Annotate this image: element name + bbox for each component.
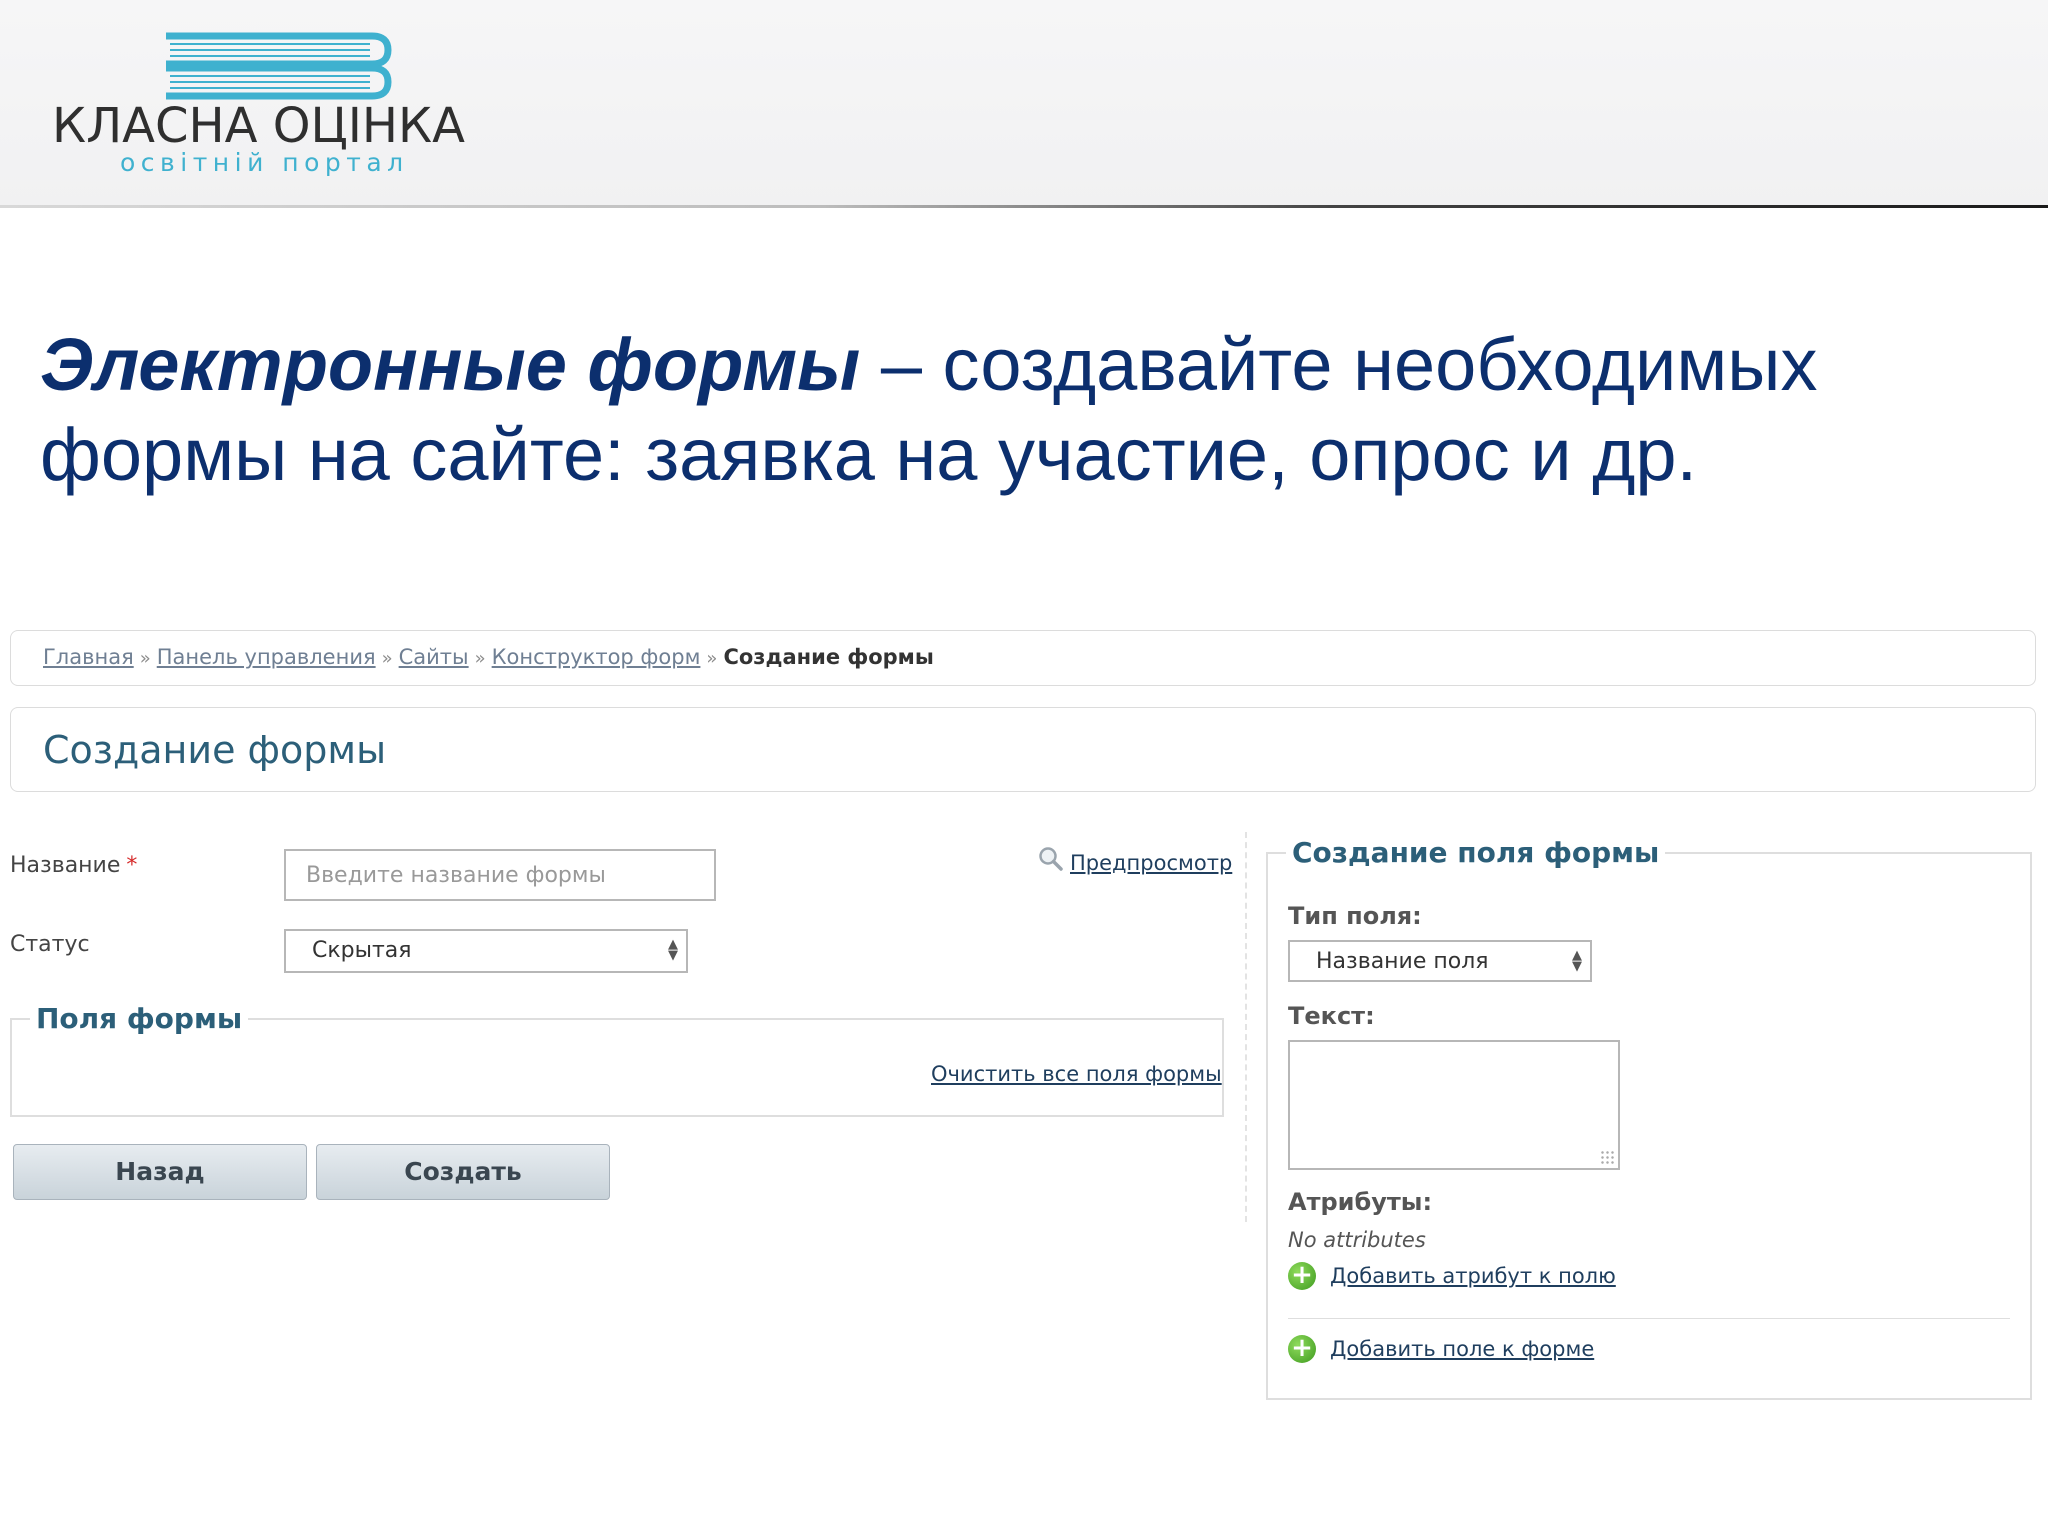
field-type-value: Название поля (1316, 949, 1489, 974)
add-field-link[interactable]: Добавить поле к форме (1330, 1337, 1594, 1361)
field-type-select[interactable]: Название поля ▲ ▼ (1288, 940, 1592, 982)
no-attributes-text: No attributes (1288, 1228, 1426, 1252)
breadcrumb-separator: » (474, 648, 486, 669)
preview-link-row[interactable]: Предпросмотр (1038, 846, 1232, 875)
logo-title: КЛАСНА ОЦІНКА (52, 98, 465, 154)
status-label: Статус (10, 932, 90, 957)
add-field-row[interactable]: + Добавить поле к форме (1288, 1335, 1594, 1363)
header-band: КЛАСНА ОЦІНКА освітній портал (0, 0, 2048, 207)
create-field-legend: Создание поля формы (1292, 836, 1660, 869)
back-button[interactable]: Назад (13, 1144, 307, 1200)
panel-divider (1288, 1318, 2010, 1319)
breadcrumb-link-form-builder[interactable]: Конструктор форм (492, 645, 701, 669)
form-fields-fieldset: Поля формы (10, 1002, 1224, 1117)
status-select-value: Скрытая (312, 938, 412, 963)
resize-grip-icon[interactable] (1600, 1150, 1614, 1164)
add-icon: + (1288, 1262, 1316, 1290)
breadcrumb-current: Создание формы (723, 645, 934, 669)
field-type-label: Тип поля: (1288, 902, 1422, 930)
breadcrumb-link-home[interactable]: Главная (43, 645, 134, 669)
select-arrows-icon: ▲ ▼ (668, 937, 678, 963)
page-title: Создание формы (43, 728, 387, 772)
clear-fields-link[interactable]: Очистить все поля формы (931, 1062, 1222, 1086)
name-label-text: Название (10, 853, 121, 878)
breadcrumb-separator: » (139, 648, 151, 669)
breadcrumb-separator: » (381, 648, 393, 669)
form-name-input[interactable]: Введите название формы (284, 849, 716, 901)
book-icon (166, 32, 392, 100)
page-title-box: Создание формы (10, 707, 2036, 792)
header-divider (0, 205, 2048, 208)
headline-emphasis: Электронные формы (40, 323, 861, 406)
attributes-label: Атрибуты: (1288, 1188, 1433, 1216)
required-mark: * (126, 853, 138, 878)
column-divider (1245, 832, 1247, 1222)
form-fields-legend: Поля формы (36, 1002, 243, 1035)
field-text-textarea[interactable] (1288, 1040, 1620, 1170)
breadcrumb: Главная» Панель управления» Сайты» Конструк… (10, 630, 2036, 686)
select-arrows-icon: ▲ ▼ (1572, 948, 1582, 974)
breadcrumb-link-sites[interactable]: Сайты (399, 645, 469, 669)
logo: КЛАСНА ОЦІНКА освітній портал (52, 30, 472, 180)
text-label: Текст: (1288, 1002, 1375, 1030)
add-icon: + (1288, 1335, 1316, 1363)
breadcrumb-link-control-panel[interactable]: Панель управления (157, 645, 376, 669)
logo-subtitle: освітній портал (120, 148, 409, 177)
magnifier-icon (1039, 847, 1063, 871)
slide-headline: Электронные формы – создавайте необходим… (40, 320, 2000, 500)
create-button[interactable]: Создать (316, 1144, 610, 1200)
add-attribute-row[interactable]: + Добавить атрибут к полю (1288, 1262, 1616, 1290)
status-select[interactable]: Скрытая ▲ ▼ (284, 929, 688, 973)
breadcrumb-separator: » (706, 648, 718, 669)
name-label: Название * (10, 853, 137, 878)
preview-link[interactable]: Предпросмотр (1070, 851, 1232, 875)
add-attribute-link[interactable]: Добавить атрибут к полю (1330, 1264, 1616, 1288)
